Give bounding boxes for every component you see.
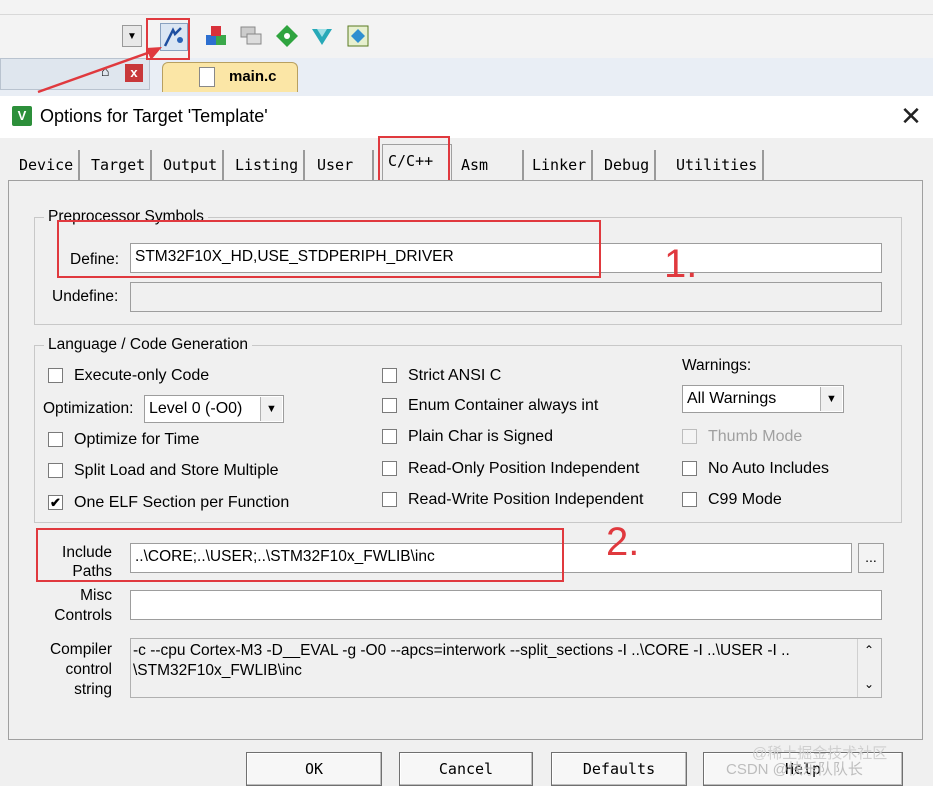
pack-installer-icon[interactable]: [274, 23, 300, 49]
one-elf-label: One ELF Section per Function: [74, 494, 290, 511]
ok-button[interactable]: OK: [246, 752, 382, 786]
defaults-button[interactable]: Defaults: [551, 752, 687, 786]
misc-label-line2: Controls: [54, 607, 112, 624]
misc-controls-input[interactable]: [130, 590, 882, 620]
optimization-label: Optimization:: [43, 400, 134, 417]
rte-icon[interactable]: [345, 23, 371, 49]
manage-components-icon[interactable]: [203, 23, 229, 49]
plain-char-label: Plain Char is Signed: [408, 428, 553, 445]
c99-mode-checkbox[interactable]: [682, 492, 697, 507]
compiler-label-line3: string: [74, 681, 112, 698]
compiler-scrollbar[interactable]: ⌃ ⌄: [857, 639, 881, 697]
one-elf-checkbox[interactable]: ✔: [48, 495, 63, 510]
watermark-line2: CSDN @快乐队队长: [726, 761, 863, 778]
undefine-input[interactable]: [130, 282, 882, 312]
tab-linker[interactable]: Linker: [527, 150, 594, 180]
chevron-down-icon[interactable]: ▼: [820, 387, 842, 411]
annotation-arrow: [37, 47, 162, 94]
strict-ansi-checkbox[interactable]: [382, 368, 397, 383]
thumb-mode-label: Thumb Mode: [708, 428, 803, 445]
cancel-button[interactable]: Cancel: [399, 752, 533, 786]
tab-listing[interactable]: Listing: [230, 150, 306, 180]
language-legend: Language / Code Generation: [44, 336, 252, 354]
tab-output[interactable]: Output: [158, 150, 225, 180]
thumb-mode-checkbox[interactable]: [682, 429, 697, 444]
rw-pi-checkbox[interactable]: [382, 492, 397, 507]
annotation-1: 1.: [664, 242, 698, 286]
optimization-select[interactable]: Level 0 (-O0) ▼: [144, 395, 284, 423]
warnings-value: All Warnings: [687, 390, 777, 407]
enum-container-checkbox[interactable]: [382, 398, 397, 413]
chevron-down-icon[interactable]: ▼: [260, 397, 282, 421]
c99-mode-label: C99 Mode: [708, 491, 782, 508]
close-icon[interactable]: ✕: [898, 103, 924, 130]
file-icon: [199, 67, 215, 87]
editor-tab-main-c[interactable]: main.c: [162, 62, 298, 92]
rw-pi-label: Read-Write Position Independent: [408, 491, 644, 508]
tab-target[interactable]: Target: [86, 150, 153, 180]
execute-only-checkbox[interactable]: [48, 368, 63, 383]
warnings-label: Warnings:: [682, 357, 752, 374]
misc-label-line1: Misc: [80, 587, 112, 604]
strict-ansi-label: Strict ANSI C: [408, 367, 502, 384]
tab-asm[interactable]: Asm: [456, 150, 524, 180]
undefine-label: Undefine:: [52, 288, 119, 305]
tab-debug[interactable]: Debug: [599, 150, 657, 180]
ro-pi-checkbox[interactable]: [382, 461, 397, 476]
editor-tab-label: main.c: [229, 68, 277, 85]
optimize-time-label: Optimize for Time: [74, 431, 200, 448]
scroll-down-icon[interactable]: ⌄: [864, 677, 874, 691]
tab-utilities[interactable]: Utilities: [671, 150, 765, 180]
execute-only-label: Execute-only Code: [74, 367, 210, 384]
no-auto-includes-label: No Auto Includes: [708, 460, 829, 477]
compiler-label-line1: Compiler: [49, 641, 112, 658]
compiler-string-box[interactable]: -c --cpu Cortex-M3 -D__EVAL -g -O0 --apc…: [130, 638, 882, 698]
split-load-label: Split Load and Store Multiple: [74, 462, 279, 479]
browse-include-button[interactable]: ...: [858, 543, 884, 573]
file-extensions-icon[interactable]: [238, 23, 264, 49]
split-load-checkbox[interactable]: [48, 463, 63, 478]
warnings-select[interactable]: All Warnings ▼: [682, 385, 844, 413]
annotation-2: 2.: [606, 520, 640, 564]
keil-logo-icon: V: [12, 106, 32, 126]
scroll-up-icon[interactable]: ⌃: [864, 643, 874, 657]
enum-container-label: Enum Container always int: [408, 397, 599, 414]
select-packs-icon[interactable]: [309, 23, 335, 49]
compiler-string-line1: -c --cpu Cortex-M3 -D__EVAL -g -O0 --apc…: [133, 642, 790, 659]
optimize-time-checkbox[interactable]: [48, 432, 63, 447]
tab-user[interactable]: User: [312, 150, 374, 180]
dialog-title: Options for Target 'Template': [40, 106, 268, 126]
ro-pi-label: Read-Only Position Independent: [408, 460, 640, 477]
compiler-label-line2: control: [65, 661, 112, 678]
highlight-include-paths: [36, 528, 564, 582]
plain-char-checkbox[interactable]: [382, 429, 397, 444]
compiler-string-line2: \STM32F10x_FWLIB\inc: [133, 662, 302, 679]
no-auto-includes-checkbox[interactable]: [682, 461, 697, 476]
optimization-value: Level 0 (-O0): [149, 400, 243, 417]
highlight-define: [57, 220, 601, 278]
tab-device[interactable]: Device: [14, 150, 81, 180]
